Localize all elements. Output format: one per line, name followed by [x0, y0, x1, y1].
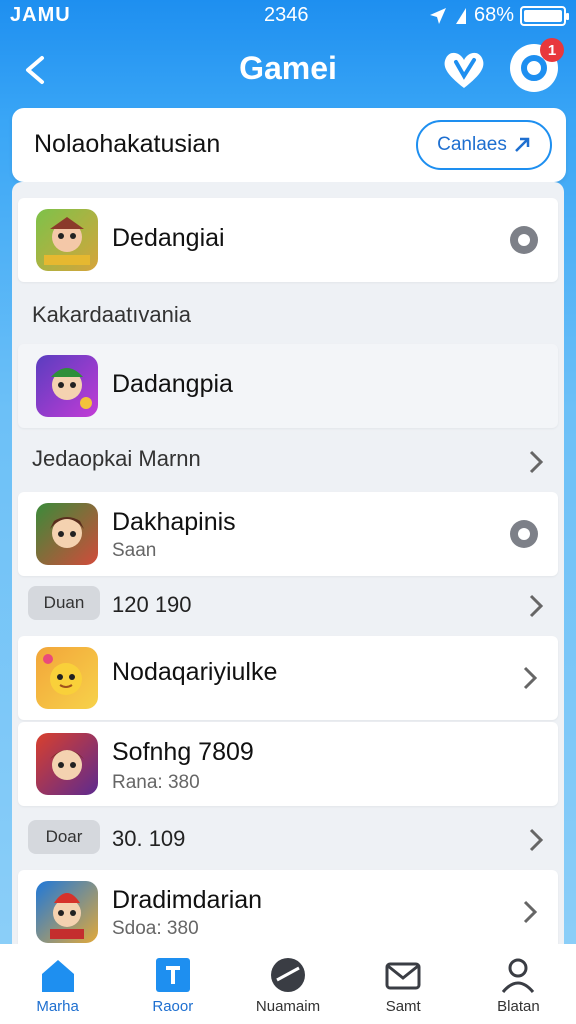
chevron-right-icon[interactable]: [528, 826, 544, 854]
list-item[interactable]: Dradimdarian Sdoa: 380: [18, 870, 558, 944]
mail-icon: [385, 962, 421, 990]
list-item-title: Dakhapinis: [112, 508, 236, 536]
battery-icon: [520, 5, 569, 26]
list-item-title: Dedangiai: [112, 224, 225, 252]
chevron-right-icon[interactable]: [522, 898, 538, 926]
category-button-label: Canlaes: [437, 134, 507, 155]
section-header: Kakardaatıvania: [32, 302, 191, 327]
home-icon: [41, 960, 74, 992]
status-time: 2346: [264, 4, 309, 26]
section-header[interactable]: Jedaopkai Marnn: [32, 446, 201, 472]
list-item-subtitle: Saan: [112, 540, 157, 561]
page-title: Gamei: [239, 50, 337, 86]
notifications-button[interactable]: 1: [510, 38, 564, 92]
status-right: 68%: [428, 4, 569, 27]
tab-bar: Marha Raoor Nuamaim Samt Blatan: [0, 944, 576, 1024]
tab-calendar[interactable]: Raoor: [115, 944, 230, 1024]
favorite-button[interactable]: [440, 46, 488, 94]
nav-bar: Gamei 1: [0, 36, 576, 102]
status-pill: Duan: [28, 586, 100, 620]
tab-label: Raoor: [152, 998, 194, 1015]
header-card: Nolaohakatusian Canlaes: [12, 108, 566, 182]
battery-fill: [524, 9, 562, 22]
pill-value: 30. 109: [112, 826, 186, 851]
tab-label: Nuamaim: [255, 998, 321, 1015]
category-button[interactable]: Canlaes: [416, 120, 552, 170]
battery-percent: 68%: [473, 4, 514, 26]
list-item-title: Nodaqariyiulke: [112, 658, 278, 686]
signal-icon: [455, 7, 466, 24]
tab-label: Marha: [36, 998, 79, 1015]
status-bar: JAMU 2346 68%: [0, 0, 576, 32]
game-icon-1: [36, 209, 98, 271]
list-item-title: Dadangpia: [112, 370, 233, 398]
list-item-title: Sofnhg 7809: [112, 738, 254, 766]
pill-value: 120 190: [112, 592, 192, 617]
notification-badge: 1: [540, 38, 564, 62]
game-icon-4: [36, 647, 98, 709]
calendar-icon: [155, 958, 190, 992]
game-icon-6: [36, 881, 98, 943]
list-item-subtitle: Sdoa: 380: [112, 918, 199, 939]
tab-label: Samt: [385, 998, 421, 1015]
list-item-subtitle: Rana: 380: [112, 772, 200, 793]
tab-home[interactable]: Marha: [0, 944, 115, 1024]
list-item-title: Dradimdarian: [112, 886, 263, 914]
tab-profile[interactable]: Blatan: [461, 944, 576, 1024]
chevron-right-icon[interactable]: [528, 592, 544, 620]
list-item[interactable]: Dakhapinis Saan: [18, 492, 558, 576]
status-pill: Doar: [28, 820, 100, 854]
game-icon-5: [36, 733, 98, 795]
tab-explore[interactable]: Nuamaim: [230, 944, 345, 1024]
game-list: Dedangiai Kakardaatıvania Dadangpia Jeda…: [12, 182, 564, 944]
gear-icon[interactable]: [510, 520, 538, 548]
gear-icon[interactable]: [510, 226, 538, 254]
game-icon-3: [36, 503, 98, 565]
tab-messages[interactable]: Samt: [346, 944, 461, 1024]
tab-label: Blatan: [497, 998, 540, 1015]
carrier-label: JAMU: [10, 4, 71, 26]
chevron-right-icon[interactable]: [522, 664, 538, 692]
location-icon: [429, 7, 446, 24]
person-icon: [502, 958, 535, 993]
game-icon-2: [36, 355, 98, 417]
arrow-icon: [514, 137, 530, 152]
header-title: Nolaohakatusian: [34, 130, 221, 158]
globe-icon: [271, 958, 305, 992]
chevron-right-icon[interactable]: [528, 448, 544, 476]
list-item[interactable]: Nodaqariyiulke: [18, 636, 558, 720]
heart-icon: [444, 52, 484, 88]
list-item[interactable]: Sofnhg 7809 Rana: 380: [18, 722, 558, 806]
list-item[interactable]: Dedangiai: [18, 198, 558, 282]
list-item[interactable]: Dadangpia: [18, 344, 558, 428]
